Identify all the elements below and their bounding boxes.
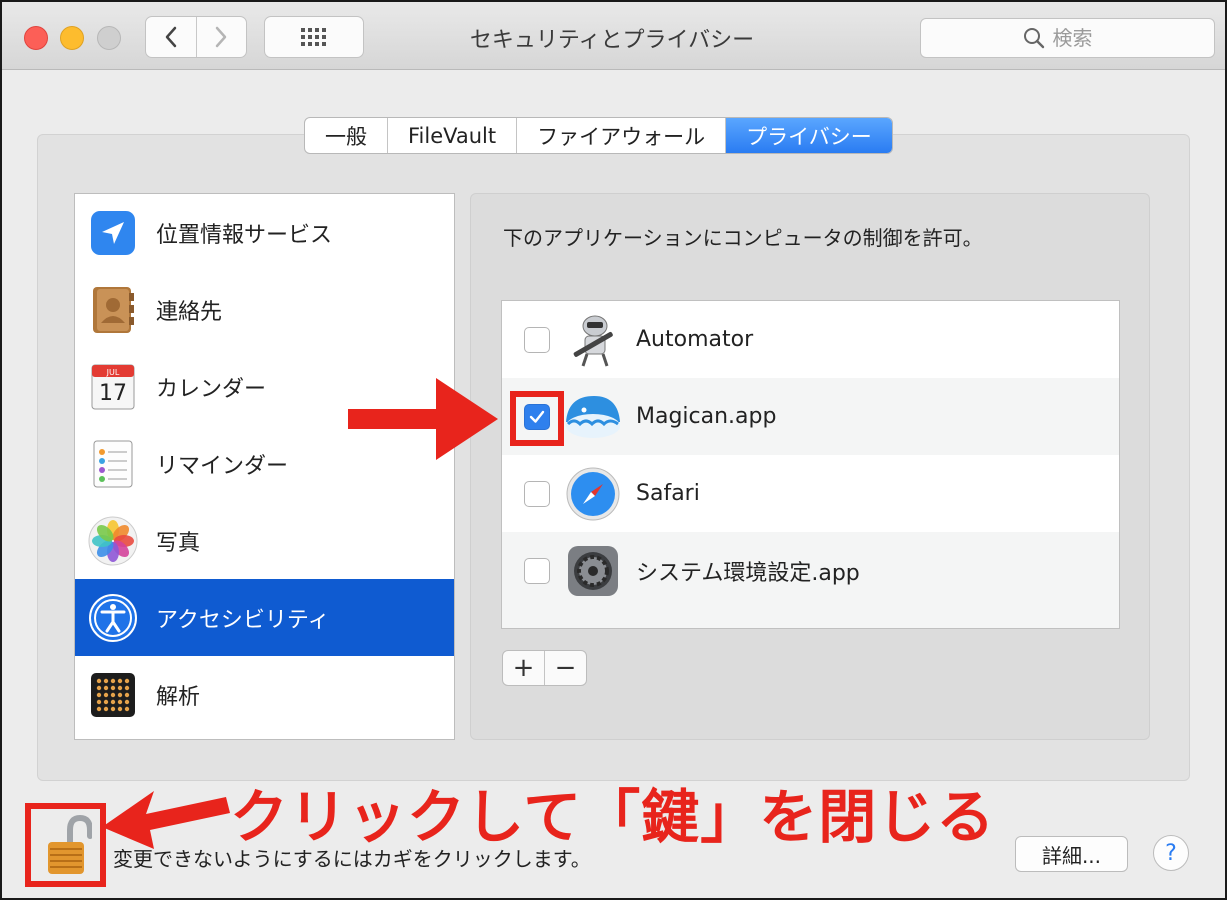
annotation-arrow-left bbox=[102, 791, 230, 849]
sidebar-item-contacts[interactable]: 連絡先 bbox=[75, 271, 454, 348]
remove-app-button[interactable]: − bbox=[544, 651, 586, 685]
app-name: Safari bbox=[636, 481, 700, 506]
tab-filevault[interactable]: FileVault bbox=[387, 118, 516, 153]
calendar-day: 17 bbox=[99, 380, 127, 406]
unlocked-padlock-icon bbox=[48, 814, 92, 874]
sidebar-item-label: 位置情報サービス bbox=[156, 222, 333, 248]
sidebar-item-label: 連絡先 bbox=[156, 299, 223, 325]
grid-icon bbox=[301, 28, 326, 46]
diagnostics-dots-icon bbox=[88, 670, 138, 720]
magican-checkbox[interactable] bbox=[524, 403, 550, 430]
chevron-right-icon bbox=[216, 26, 227, 48]
tab-bar: 一般 FileVault ファイアウォール プライバシー bbox=[304, 117, 893, 154]
accessibility-figure-icon bbox=[88, 593, 138, 643]
tab-privacy[interactable]: プライバシー bbox=[725, 118, 892, 153]
sidebar-item-label: 写真 bbox=[156, 530, 201, 556]
sidebar-item-diagnostics[interactable]: 解析 bbox=[75, 656, 454, 733]
chevron-left-icon bbox=[165, 26, 176, 48]
search-input[interactable] bbox=[1052, 26, 1113, 50]
tab-general[interactable]: 一般 bbox=[305, 118, 387, 153]
location-arrow-icon bbox=[88, 208, 138, 258]
add-app-button[interactable]: + bbox=[503, 651, 544, 685]
sidebar-item-label: アクセシビリティ bbox=[156, 607, 330, 633]
zoom-window-button[interactable] bbox=[97, 26, 121, 50]
show-all-button[interactable] bbox=[264, 16, 364, 58]
system-preferences-gear-icon bbox=[564, 542, 622, 600]
sidebar-item-photos[interactable]: 写真 bbox=[75, 502, 454, 579]
list-item-safari[interactable]: Safari bbox=[502, 455, 1119, 532]
automator-robot-icon bbox=[564, 311, 622, 369]
close-window-button[interactable] bbox=[24, 26, 48, 50]
privacy-category-list: 位置情報サービス 連絡先 JUL 17 カレンダー リマインダー 写真 アクセシ… bbox=[74, 193, 455, 740]
search-icon bbox=[1023, 28, 1044, 49]
automator-checkbox[interactable] bbox=[524, 326, 550, 353]
window-title: セキュリティとプライバシー bbox=[469, 28, 755, 53]
list-item-system-preferences[interactable]: システム環境設定.app bbox=[502, 532, 1119, 609]
nav-back-forward bbox=[145, 16, 247, 58]
app-name: Magican.app bbox=[636, 404, 777, 429]
app-list: Automator Magican.app Safari システム環境設定.ap… bbox=[501, 300, 1120, 629]
advanced-button[interactable]: 詳細... bbox=[1015, 836, 1128, 872]
annotation-text: クリックして「鍵」を閉じる bbox=[230, 783, 996, 851]
sidebar-item-location[interactable]: 位置情報サービス bbox=[75, 194, 454, 271]
checkmark-icon bbox=[529, 410, 545, 423]
safari-compass-icon bbox=[564, 465, 622, 523]
calendar-month: JUL bbox=[106, 367, 120, 377]
photos-flower-icon bbox=[88, 516, 138, 566]
app-name: Automator bbox=[636, 327, 754, 352]
calendar-icon: JUL 17 bbox=[88, 362, 138, 412]
forward-button[interactable] bbox=[195, 17, 247, 57]
sidebar-item-label: 解析 bbox=[156, 684, 201, 710]
system-preferences-checkbox[interactable] bbox=[524, 557, 550, 584]
app-name: システム環境設定.app bbox=[636, 560, 860, 586]
add-remove-controls: + − bbox=[502, 650, 587, 686]
annotation-arrow-right bbox=[348, 378, 498, 460]
safari-checkbox[interactable] bbox=[524, 480, 550, 507]
reminders-list-icon bbox=[88, 439, 138, 489]
tab-firewall[interactable]: ファイアウォール bbox=[516, 118, 725, 153]
magican-whale-icon bbox=[564, 388, 622, 446]
sidebar-item-label: リマインダー bbox=[156, 453, 289, 479]
pane-description: 下のアプリケーションにコンピュータの制御を許可。 bbox=[503, 226, 983, 250]
contacts-book-icon bbox=[88, 285, 138, 335]
sidebar-item-accessibility[interactable]: アクセシビリティ bbox=[75, 579, 454, 656]
help-button[interactable]: ? bbox=[1153, 835, 1189, 871]
list-item-magican[interactable]: Magican.app bbox=[502, 378, 1119, 455]
list-item-partial bbox=[502, 609, 1119, 628]
back-button[interactable] bbox=[146, 17, 196, 57]
search-field[interactable] bbox=[920, 18, 1215, 58]
list-item-automator[interactable]: Automator bbox=[502, 301, 1119, 378]
minimize-window-button[interactable] bbox=[60, 26, 84, 50]
lock-button[interactable] bbox=[36, 810, 100, 880]
sidebar-item-label: カレンダー bbox=[156, 376, 267, 402]
title-bar: セキュリティとプライバシー bbox=[2, 2, 1225, 70]
